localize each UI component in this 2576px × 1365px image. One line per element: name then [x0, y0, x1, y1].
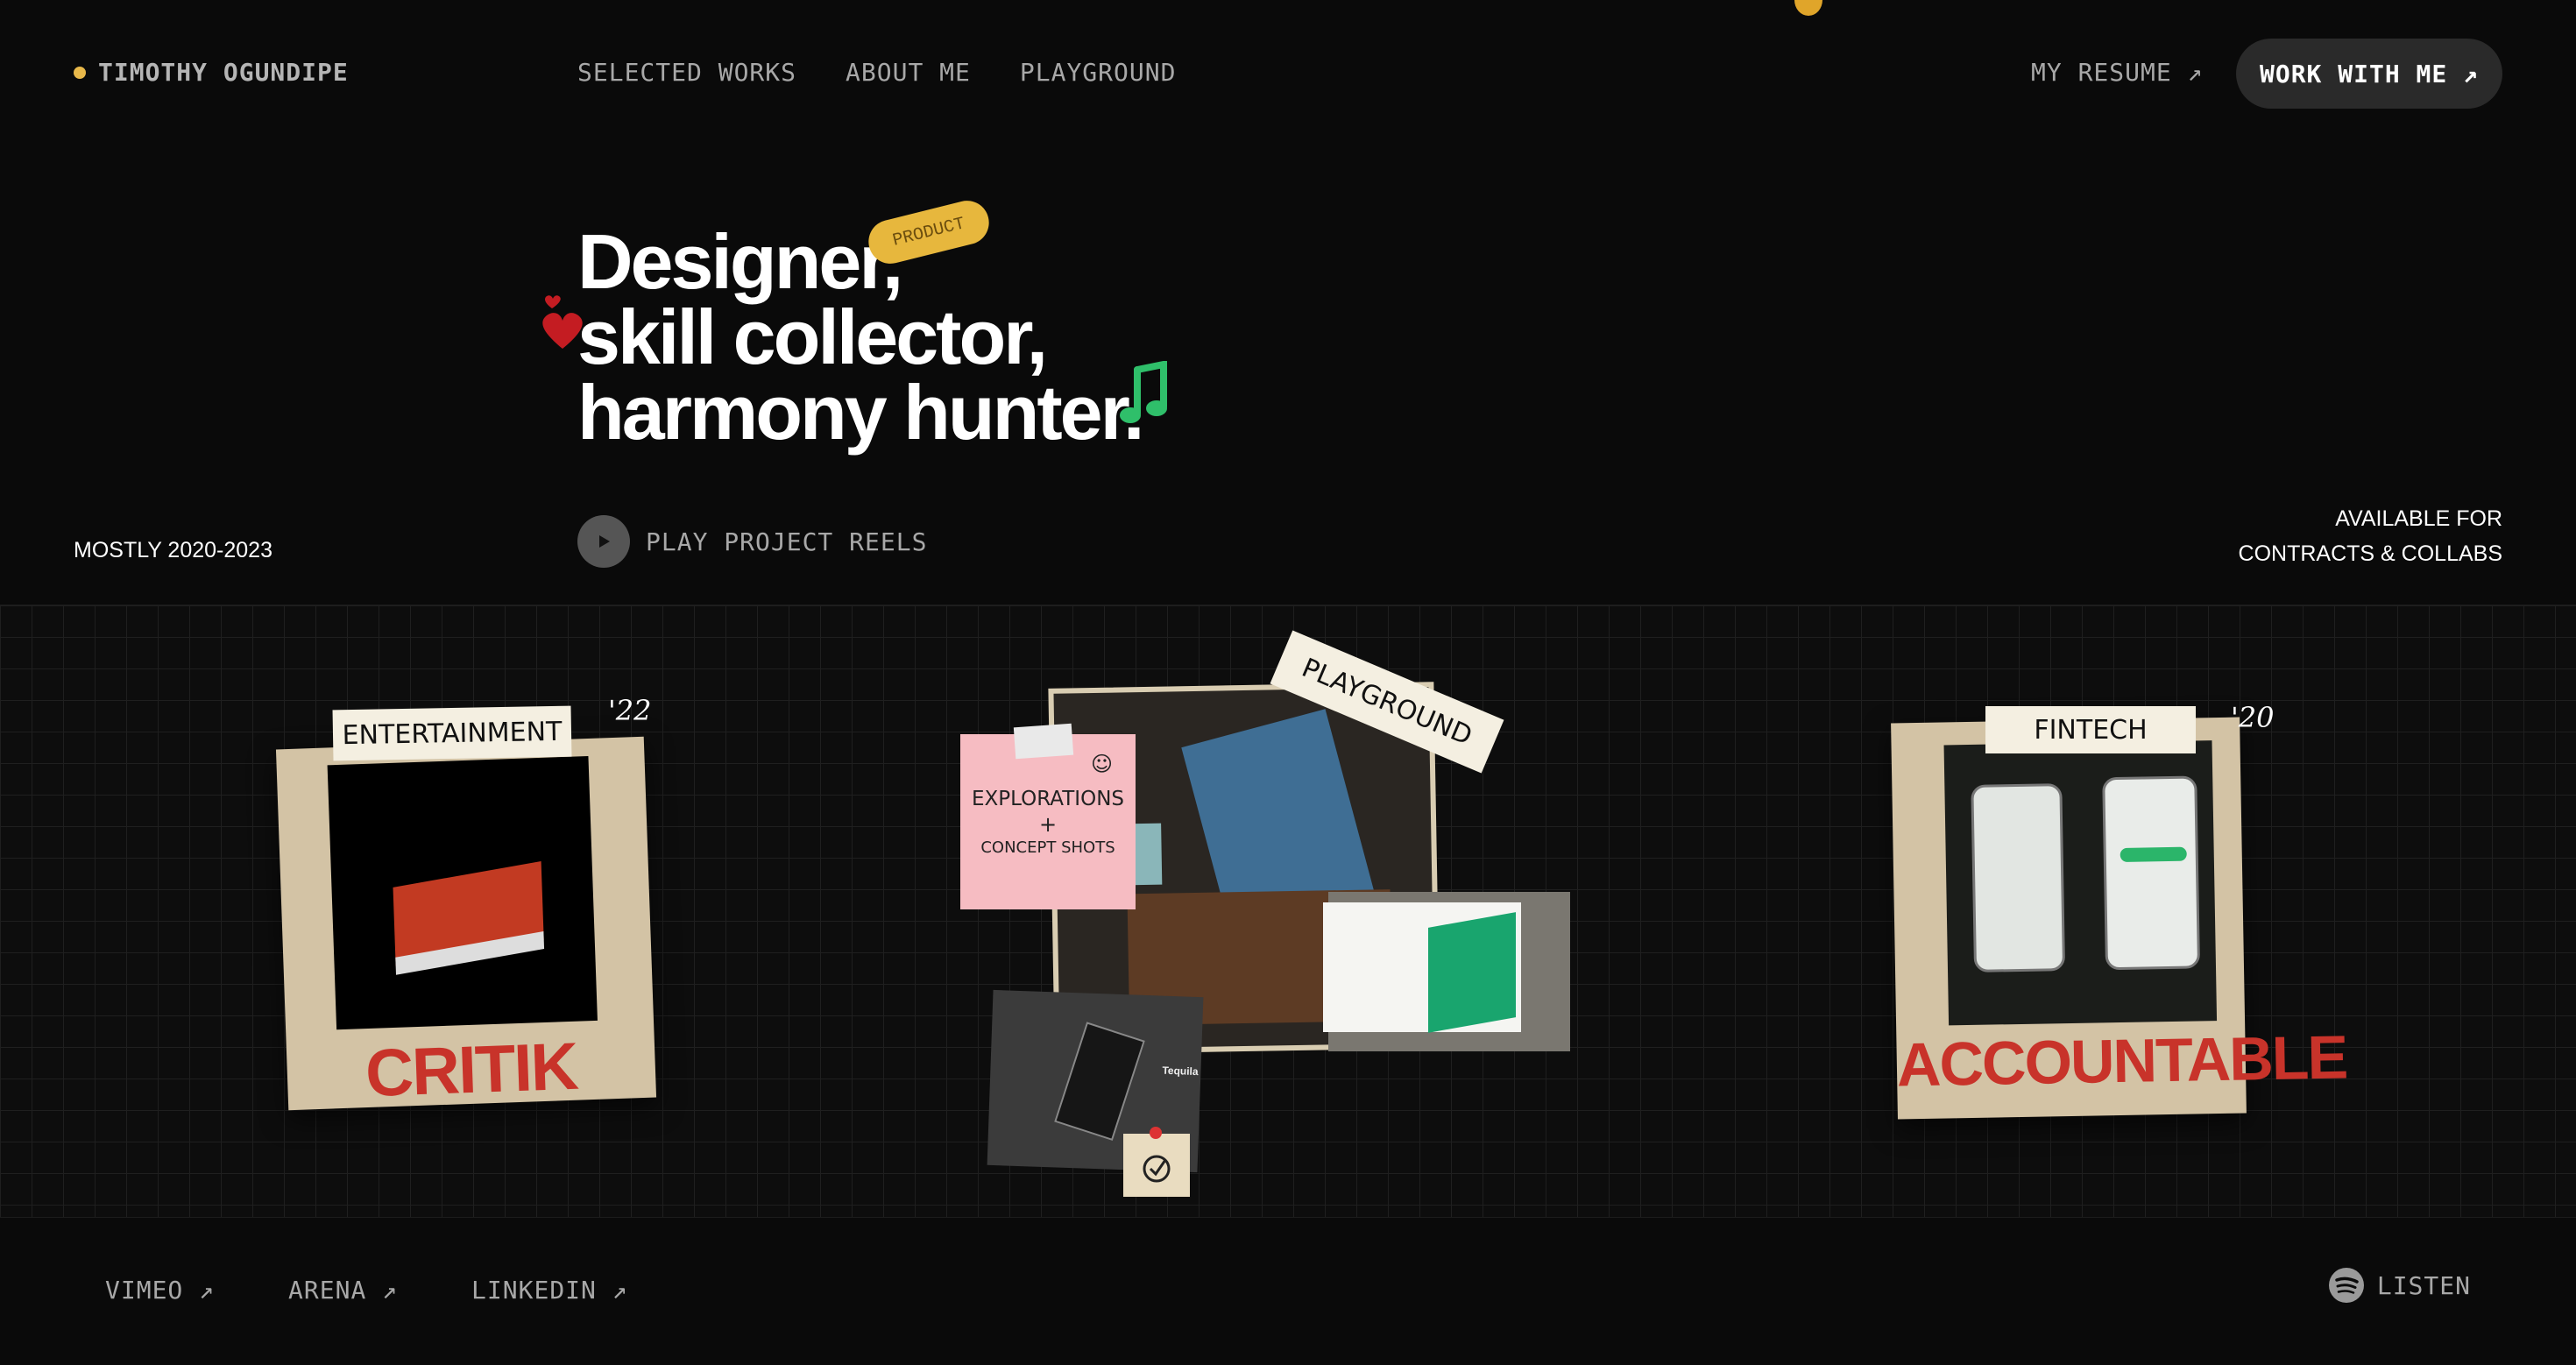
project-year: '20 [2231, 701, 2275, 734]
nav-playground[interactable]: PLAYGROUND [1020, 58, 1177, 87]
project-card-playground[interactable]: PLAYGROUND ☺ EXPLORATIONS + CONCEPT SHOT… [960, 630, 1574, 1199]
project-image [1943, 740, 2218, 1026]
project-card-critik[interactable]: CRITIK [275, 736, 657, 1111]
heart-icon [542, 295, 583, 349]
project-name: CRITIK [364, 1029, 578, 1112]
logo-name: TIMOTHY OGUNDIPE [98, 58, 349, 87]
resume-link[interactable]: MY RESUME ↗ [2031, 58, 2203, 87]
footer-link-vimeo[interactable]: VIMEO ↗ [105, 1276, 215, 1305]
footer-link-linkedin[interactable]: LINKEDIN ↗ [471, 1276, 628, 1305]
accent-dot [1794, 0, 1822, 16]
nav-about-me[interactable]: ABOUT ME [846, 58, 971, 87]
listen-link[interactable]: LISTEN [2328, 1267, 2471, 1304]
spotify-icon [2328, 1268, 2364, 1303]
dashboard-mock [1323, 892, 1570, 1051]
note-line: EXPLORATIONS [972, 787, 1124, 810]
footer-link-arena[interactable]: ARENA ↗ [288, 1276, 398, 1305]
music-note-icon [1120, 361, 1167, 423]
period-label: MOSTLY 2020-2023 [74, 538, 272, 562]
check-note [1123, 1127, 1190, 1197]
availability-line: AVAILABLE FOR [2335, 506, 2502, 531]
hero-line: harmony hunter. [577, 369, 1144, 456]
play-reels-label: PLAY PROJECT REELS [646, 527, 928, 556]
listen-label: LISTEN [2376, 1270, 2471, 1300]
project-card-accountable[interactable]: ACCOUNTABLE [1891, 717, 2347, 1120]
project-name: ACCOUNTABLE [1896, 1022, 2347, 1100]
hero-line: Designer, [577, 218, 903, 305]
play-icon[interactable] [577, 515, 630, 568]
mock-caption: Tequila [1162, 1064, 1199, 1079]
nav-selected-works[interactable]: SELECTED WORKS [577, 58, 796, 87]
sticky-note: ☺ EXPLORATIONS + CONCEPT SHOTS [960, 723, 1136, 909]
project-image [327, 756, 598, 1030]
project-year: '22 [608, 694, 652, 727]
availability-line: CONTRACTS & COLLABS [2238, 541, 2502, 566]
project-category: ENTERTAINMENT [332, 705, 572, 761]
project-category: FINTECH [1985, 706, 2196, 753]
work-with-me-button[interactable]: WORK WITH ME ↗ [2236, 39, 2502, 109]
note-line: CONCEPT SHOTS [980, 838, 1115, 857]
hero-line: skill collector, [577, 294, 1048, 380]
availability: AVAILABLE FOR CONTRACTS & COLLABS [2239, 501, 2502, 571]
play-reels[interactable]: PLAY PROJECT REELS [577, 515, 927, 568]
main-nav: SELECTED WORKS ABOUT ME PLAYGROUND [577, 58, 1176, 87]
logo[interactable]: TIMOTHY OGUNDIPE [74, 58, 349, 87]
footer-links: VIMEO ↗ ARENA ↗ LINKEDIN ↗ [105, 1276, 628, 1305]
hero-headline: Designer, skill collector, harmony hunte… [577, 218, 1144, 456]
note-line: + [1038, 811, 1058, 837]
status-dot-icon [74, 66, 86, 79]
